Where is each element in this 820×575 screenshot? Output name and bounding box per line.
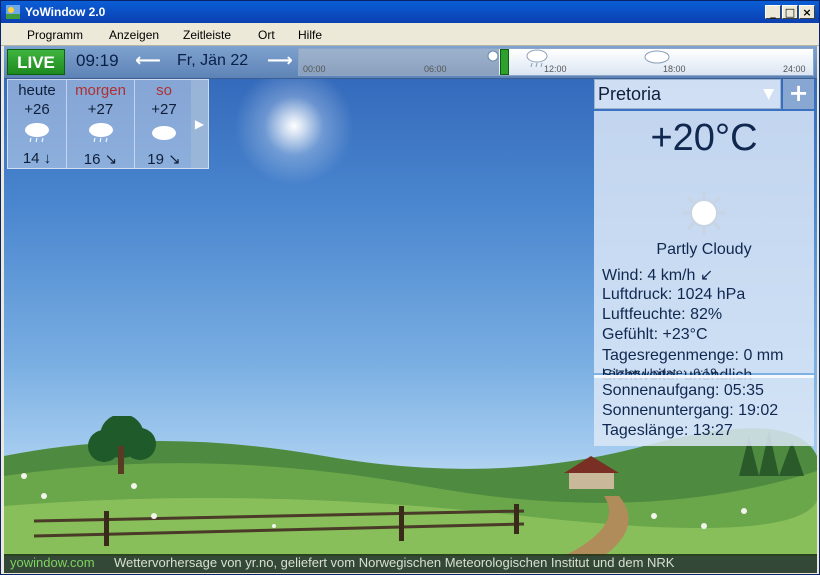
- daylength-row: Tageslänge: 13:27: [602, 422, 733, 440]
- current-temperature: +20°C: [650, 117, 758, 159]
- pressure-value: 1024 hPa: [676, 286, 746, 303]
- timeline[interactable]: 00:00 06:00 12:00 18:00 24:00: [298, 48, 814, 76]
- window-title: YoWindow 2.0: [25, 5, 106, 19]
- sun-times: Sonnenaufgang: 05:35 Sonnenuntergang: 19…: [594, 375, 814, 446]
- wind-value: 4 km/h ↙: [647, 267, 714, 284]
- app-icon: [6, 5, 20, 19]
- maximize-button[interactable]: □: [782, 5, 798, 19]
- menu-anzeigen[interactable]: Anzeigen: [109, 28, 159, 42]
- daylength-label: Tageslänge:: [602, 422, 689, 439]
- daylength-value: 13:27: [692, 422, 733, 439]
- weather-scene: LIVE 09:19 ⟵ Fr, Jän 22 ⟶ 00:00 06:00 12…: [4, 46, 817, 573]
- wind-arrow-icon: ↓: [43, 150, 52, 167]
- feels-like-row: Gefühlt: +23°C: [602, 326, 708, 344]
- wind-arrow-icon: ↘: [168, 151, 181, 168]
- day-low-value: 19: [147, 151, 164, 168]
- day-name: so: [156, 82, 172, 99]
- forecast-day-tomorrow[interactable]: morgen +27 16 ↘: [67, 80, 134, 168]
- day-name: heute: [18, 82, 56, 99]
- day-low: 14 ↓: [8, 150, 66, 167]
- sunrise-value: 05:35: [723, 382, 764, 399]
- close-button[interactable]: ×: [799, 5, 815, 19]
- current-weather: +20°C Partly Cloudy Wind: 4 km/h ↙ Luftd…: [594, 111, 814, 384]
- menu-hilfe[interactable]: Hilfe: [298, 28, 322, 42]
- title-bar: YoWindow 2.0 _ □ ×: [1, 1, 819, 23]
- feels-label: Gefühlt:: [602, 326, 659, 343]
- cloud-icon: [152, 126, 176, 140]
- humidity-label: Luftfeuchte:: [602, 306, 686, 323]
- sunset-value: 19:02: [738, 402, 779, 419]
- day-high: +27: [151, 101, 177, 118]
- pressure-row: Luftdruck: 1024 hPa: [602, 286, 745, 304]
- wind-label: Wind:: [602, 267, 643, 284]
- timeline-label: 00:00: [303, 64, 326, 74]
- rain-row: Tagesregenmenge: 0 mm: [602, 347, 783, 365]
- sun-icon: [234, 66, 354, 186]
- forecast-next-button[interactable]: ▶: [191, 80, 208, 168]
- forecast-panel: heute +26 14 ↓ morgen +27 16 ↘ so +27 19…: [7, 79, 209, 169]
- rain-cloud-icon: [25, 123, 49, 143]
- footer: yowindow.com Wettervorhersage von yr.no,…: [4, 554, 817, 573]
- current-date: Fr, Jän 22: [177, 52, 249, 69]
- sunrise-label: Sonnenaufgang:: [602, 382, 720, 399]
- credits-text[interactable]: Wettervorhersage von yr.no, geliefert vo…: [114, 555, 674, 570]
- timeline-handle[interactable]: [500, 49, 509, 75]
- timeline-past-region: [299, 49, 499, 75]
- day-high: +27: [87, 101, 114, 118]
- feels-value: +23°C: [662, 326, 708, 343]
- day-high: +26: [24, 101, 50, 118]
- rain-cloud-icon: [526, 49, 548, 68]
- app-window: YoWindow 2.0 _ □ × Programm Anzeigen Zei…: [0, 0, 820, 575]
- timeline-label: 06:00: [424, 64, 447, 74]
- day-low: 19 ↘: [135, 150, 193, 168]
- minimize-button[interactable]: _: [765, 5, 781, 19]
- wind-arrow-icon: ↘: [104, 151, 118, 168]
- website-link[interactable]: yowindow.com: [10, 555, 95, 570]
- menu-ort[interactable]: Ort: [258, 28, 275, 42]
- humidity-value: 82%: [690, 306, 723, 323]
- next-day-arrow[interactable]: ⟶: [267, 50, 293, 71]
- rain-value: 0 mm: [743, 347, 784, 364]
- day-name: morgen: [75, 82, 126, 99]
- forecast-day-today[interactable]: heute +26 14 ↓: [8, 80, 66, 168]
- cloud-icon: [644, 50, 670, 64]
- humidity-row: Luftfeuchte: 82%: [602, 306, 722, 324]
- sunset-row: Sonnenuntergang: 19:02: [602, 402, 778, 420]
- forecast-day-sunday[interactable]: so +27 19 ↘: [135, 80, 193, 168]
- day-low-value: 14: [22, 150, 40, 167]
- menu-bar: Programm Anzeigen Zeitleiste Ort Hilfe: [1, 24, 819, 46]
- current-time: 09:19: [76, 51, 119, 70]
- day-low-value: 16: [83, 151, 101, 168]
- rain-cloud-icon: [88, 123, 113, 143]
- live-button[interactable]: LIVE: [7, 49, 65, 75]
- current-conditions-panel: Pretoria ▼ + +20°C Partly Cloudy Wind: 4…: [594, 79, 814, 446]
- sun-icon: [682, 191, 726, 235]
- menu-programm[interactable]: Programm: [27, 28, 83, 42]
- prev-day-arrow[interactable]: ⟵: [135, 50, 161, 71]
- pressure-label: Luftdruck:: [602, 286, 673, 303]
- wind-row: Wind: 4 km/h ↙: [602, 265, 713, 285]
- city-name: Pretoria: [598, 84, 662, 104]
- add-location-button[interactable]: +: [783, 79, 814, 109]
- city-select[interactable]: Pretoria ▼: [594, 79, 781, 109]
- day-low: 16 ↘: [67, 150, 134, 168]
- chevron-down-icon[interactable]: ▼: [763, 86, 774, 102]
- sunset-label: Sonnenuntergang:: [602, 402, 734, 419]
- top-bar: LIVE 09:19 ⟵ Fr, Jän 22 ⟶ 00:00 06:00 12…: [4, 46, 817, 79]
- rain-label: Tagesregenmenge:: [602, 347, 739, 364]
- timeline-label: 24:00: [783, 64, 806, 74]
- sunrise-row: Sonnenaufgang: 05:35: [602, 382, 764, 400]
- menu-zeitleiste[interactable]: Zeitleiste: [183, 28, 231, 42]
- timeline-label: 18:00: [663, 64, 686, 74]
- condition-text: Partly Cloudy: [656, 241, 752, 258]
